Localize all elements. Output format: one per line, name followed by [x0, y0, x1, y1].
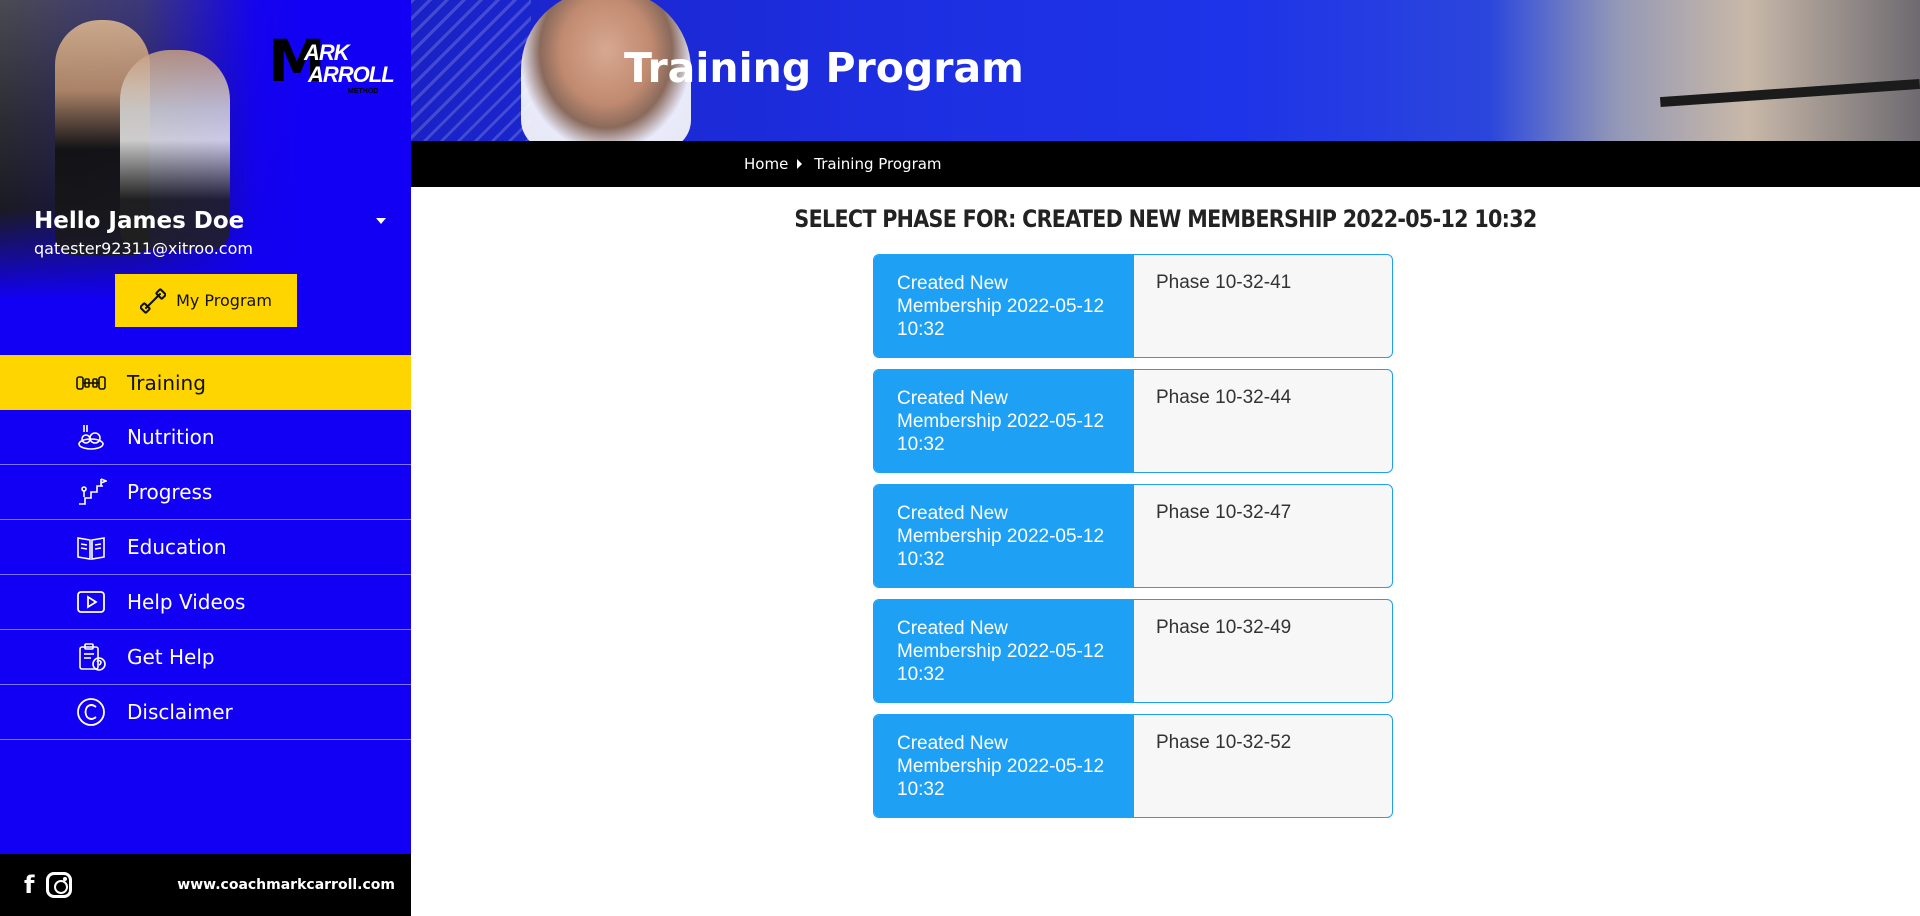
my-program-label: My Program — [176, 291, 272, 310]
user-email: qatester92311@xitroo.com — [34, 239, 253, 258]
phase-card[interactable]: Created New Membership 2022-05-12 10:32 … — [873, 714, 1393, 818]
phase-membership: Created New Membership 2022-05-12 10:32 — [874, 600, 1134, 702]
sidebar-item-label: Help Videos — [127, 590, 246, 614]
sidebar-item-label: Disclaimer — [127, 700, 233, 724]
food-icon — [74, 421, 108, 453]
phase-membership: Created New Membership 2022-05-12 10:32 — [874, 255, 1134, 357]
sidebar-footer: f www.coachmarkcarroll.com — [0, 854, 411, 916]
dumbbell-hands-icon — [74, 367, 108, 399]
sidebar-item-education[interactable]: Education — [0, 520, 411, 575]
phase-name: Phase 10-32-41 — [1156, 272, 1292, 293]
banner-photo-gym — [1490, 0, 1920, 141]
banner-stripes — [411, 0, 531, 141]
phase-card[interactable]: Created New Membership 2022-05-12 10:32 … — [873, 599, 1393, 703]
sidebar-item-get-help[interactable]: Get Help — [0, 630, 411, 685]
phase-membership: Created New Membership 2022-05-12 10:32 — [874, 715, 1134, 817]
my-program-button[interactable]: My Program — [115, 274, 297, 327]
app-root: M ARK ARROLL METHOD Hello James Doe qate… — [0, 0, 1920, 916]
logo-text-method: METHOD — [348, 88, 379, 95]
phase-card[interactable]: Created New Membership 2022-05-12 10:32 … — [873, 369, 1393, 473]
breadcrumb-current: Training Program — [814, 155, 942, 173]
logo-text-bottom: ARROLL — [308, 62, 395, 87]
phase-card[interactable]: Created New Membership 2022-05-12 10:32 … — [873, 484, 1393, 588]
sidebar-item-label: Training — [127, 370, 206, 395]
sidebar-item-nutrition[interactable]: Nutrition — [0, 410, 411, 465]
instagram-icon[interactable] — [46, 872, 72, 898]
breadcrumb-bar: Home Training Program — [411, 141, 1920, 187]
sidebar: M ARK ARROLL METHOD Hello James Doe qate… — [0, 0, 411, 916]
page-title: Training Program — [624, 44, 1024, 92]
sidebar-item-label: Education — [127, 535, 227, 559]
phase-card[interactable]: Created New Membership 2022-05-12 10:32 … — [873, 254, 1393, 358]
user-greeting: Hello James Doe — [34, 208, 245, 234]
phase-membership: Created New Membership 2022-05-12 10:32 — [874, 485, 1134, 587]
book-icon — [74, 531, 108, 563]
progress-stairs-icon — [74, 476, 108, 508]
sidebar-item-training[interactable]: Training — [0, 355, 411, 410]
facebook-icon[interactable]: f — [24, 872, 38, 898]
sidebar-item-progress[interactable]: Progress — [0, 465, 411, 520]
copyright-icon — [74, 696, 108, 728]
breadcrumb: Home Training Program — [744, 155, 942, 173]
sidebar-item-label: Progress — [127, 480, 213, 504]
phase-membership: Created New Membership 2022-05-12 10:32 — [874, 370, 1134, 472]
user-menu-caret-icon[interactable] — [374, 214, 388, 228]
sidebar-item-label: Nutrition — [127, 425, 215, 449]
phase-name: Phase 10-32-52 — [1156, 732, 1292, 753]
phase-name: Phase 10-32-49 — [1156, 617, 1292, 638]
sidebar-nav: Training Nutrition Progress Education He… — [0, 355, 411, 740]
phase-name: Phase 10-32-44 — [1156, 387, 1292, 408]
site-url-link[interactable]: www.coachmarkcarroll.com — [177, 877, 395, 893]
play-icon — [74, 586, 108, 618]
sidebar-item-disclaimer[interactable]: Disclaimer — [0, 685, 411, 740]
sidebar-item-label: Get Help — [127, 645, 215, 669]
breadcrumb-home[interactable]: Home — [744, 155, 788, 173]
dumbbell-icon — [140, 287, 167, 314]
clipboard-help-icon — [74, 641, 108, 673]
sidebar-item-help-videos[interactable]: Help Videos — [0, 575, 411, 630]
breadcrumb-separator-icon — [797, 159, 803, 169]
phase-name: Phase 10-32-47 — [1156, 502, 1292, 523]
brand-logo[interactable]: M ARK ARROLL METHOD — [268, 30, 395, 102]
phase-select-heading: SELECT PHASE FOR: CREATED NEW MEMBERSHIP… — [794, 205, 1537, 233]
